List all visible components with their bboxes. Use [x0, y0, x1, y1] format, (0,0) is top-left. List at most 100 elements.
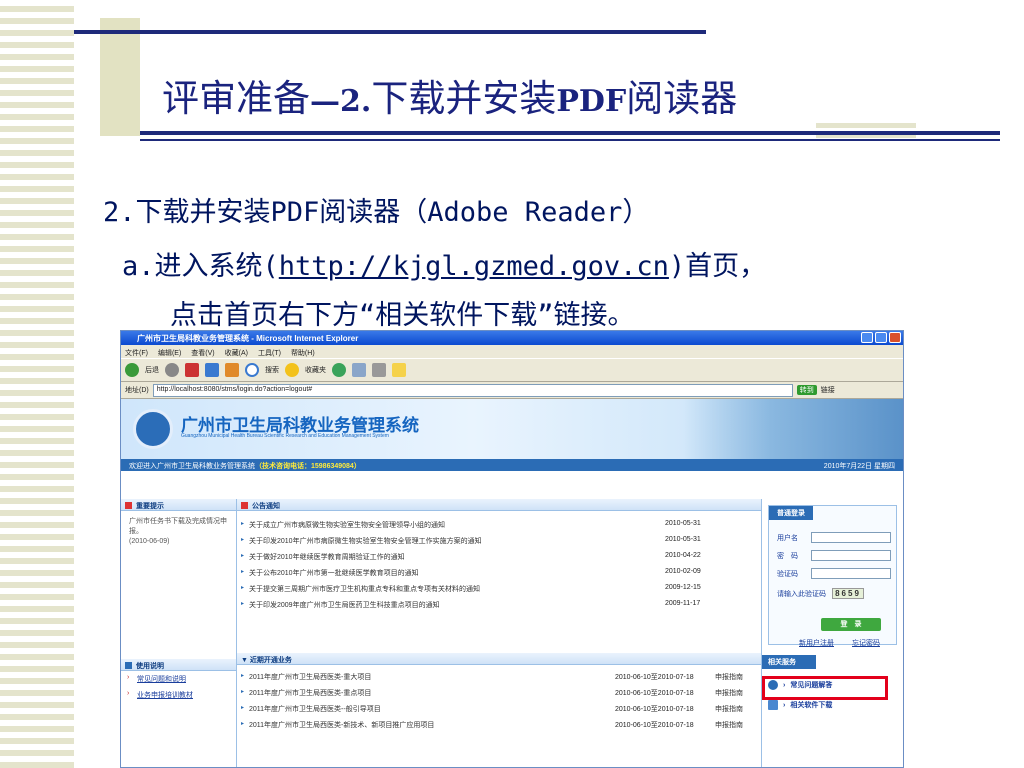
notice-item-title: 关于做好2010年继续医学教育周期验证工作的通知 — [249, 554, 405, 561]
title-pdf: PDF — [556, 84, 627, 119]
folder-icon[interactable] — [392, 363, 406, 377]
recent-item-dates: 2010-06-10至2010-07-18 — [615, 674, 694, 681]
notice-item-date: 2009-12-15 — [665, 584, 701, 591]
step-a-prefix: a.进入系统( — [122, 251, 279, 282]
recent-item-dates: 2010-06-10至2010-07-18 — [615, 706, 694, 713]
title-number: 2. — [340, 84, 372, 119]
address-input[interactable]: http://localhost:8080/stms/login.do?acti… — [152, 383, 793, 397]
register-link[interactable]: 新用户注册 — [799, 638, 834, 648]
recent-header: ▼ 近期开通业务 — [237, 653, 761, 665]
username-row: 用户名 — [777, 532, 891, 543]
notice-title: 公告通知 — [252, 503, 280, 510]
recent-item-dates: 2010-06-10至2010-07-18 — [615, 690, 694, 697]
password-input[interactable] — [811, 550, 891, 561]
menu-file[interactable]: 文件(F) — [125, 348, 148, 357]
back-icon[interactable] — [125, 363, 139, 377]
notice-header: 公告通知 — [237, 499, 761, 511]
right-column: 普通登录 用户名 密 码 验证码 请输入此验证码 8659 登 录 新用户注册 忘记… — [761, 499, 903, 767]
guide-link-training[interactable]: 业务申报培训教材 — [121, 687, 236, 703]
window-title: 广州市卫生局科教业务管理系统 - Microsoft Internet Expl… — [137, 334, 359, 343]
decorative-block — [100, 18, 140, 136]
login-button[interactable]: 登 录 — [821, 618, 881, 631]
captcha-label: 验证码 — [777, 570, 798, 578]
search-button[interactable]: 搜索 — [265, 365, 279, 375]
guide-link-faq[interactable]: 常见问题和说明 — [121, 671, 236, 687]
username-input[interactable] — [811, 532, 891, 543]
login-title: 普通登录 — [769, 506, 813, 520]
notice-item-date: 2010-02-09 — [665, 568, 701, 575]
home-icon[interactable] — [225, 363, 239, 377]
favorites-button[interactable]: 收藏夹 — [305, 365, 326, 375]
go-button[interactable]: 转到 — [796, 385, 817, 395]
links-button[interactable]: 链接 — [821, 385, 835, 395]
refresh-icon[interactable] — [205, 363, 219, 377]
close-icon[interactable] — [889, 332, 901, 343]
notice-item[interactable]: 关于提交第三周期广州市医疗卫生机构重点专科和重点专项有关材料的通知 2009-12… — [237, 581, 761, 597]
notice-item[interactable]: 关于印发2010年广州市病原微生物实验室生物安全管理工作实施方案的通知 2010-… — [237, 533, 761, 549]
recent-item[interactable]: 2011年度广州市卫生局西医类-重点项目 2010-06-10至2010-07-1… — [237, 685, 761, 701]
notice-item[interactable]: 关于做好2010年继续医学教育周期验证工作的通知 2010-04-22 — [237, 549, 761, 565]
site-banner: 广州市卫生局科教业务管理系统 Guangzhou Municipal Healt… — [121, 399, 903, 459]
notice-item[interactable]: 关于成立广州市病原微生物实验室生物安全管理领导小组的通知 2010-05-31 — [237, 517, 761, 533]
notice-item-title: 关于印发2009年度广州市卫生局医药卫生科技重点项目的通知 — [249, 602, 440, 609]
forward-icon[interactable] — [165, 363, 179, 377]
recent-item-guide-link[interactable]: 申报指南 — [715, 672, 755, 682]
important-title: 重要提示 — [136, 503, 164, 510]
recent-section: ▼ 近期开通业务 2011年度广州市卫生局西医类-重大项目 2010-06-10至… — [237, 653, 761, 733]
notice-item-date: 2010-05-31 — [665, 536, 701, 543]
title-rest: 下载并安装 — [371, 77, 557, 120]
health-bureau-logo-icon — [133, 409, 173, 449]
welcome-bar: 欢迎进入广州市卫生局科教业务管理系统（技术咨询电话：15986349084） 2… — [121, 459, 903, 471]
system-url-link[interactable]: http://kjgl.gzmed.gov.cn — [279, 251, 669, 282]
menu-edit[interactable]: 编辑(E) — [158, 348, 181, 357]
forgot-password-link[interactable]: 忘记密码 — [852, 638, 880, 648]
guide-header: 使用说明 — [121, 659, 236, 671]
menu-favorites[interactable]: 收藏(A) — [225, 348, 248, 357]
notice-item[interactable]: 关于印发2009年度广州市卫生局医药卫生科技重点项目的通知 2009-11-17 — [237, 597, 761, 613]
step-heading: 2.下载并安装PDF阅读器（Adobe Reader） — [103, 197, 650, 228]
menu-tools[interactable]: 工具(T) — [258, 348, 281, 357]
login-links: 新用户注册 忘记密码 — [799, 638, 880, 648]
recent-item[interactable]: 2011年度广州市卫生局西医类--般引导项目 2010-06-10至2010-07… — [237, 701, 761, 717]
browser-toolbar: 后退 搜索 收藏夹 — [121, 358, 903, 382]
minimize-icon[interactable] — [861, 332, 873, 343]
decorative-stripes — [0, 0, 74, 768]
recent-item[interactable]: 2011年度广州市卫生局西医类-重大项目 2010-06-10至2010-07-1… — [237, 669, 761, 685]
slide-title: 评审准备—2.下载并安装PDF阅读器 — [162, 68, 737, 122]
notice-item[interactable]: 关于公布2010年广州市第一批继续医学教育项目的通知 2010-02-09 — [237, 565, 761, 581]
step-a: a.进入系统(http://kjgl.gzmed.gov.cn)首页， — [122, 244, 766, 283]
important-note: 广州市任务书下载及完成情况申报。 (2010-06-09) — [121, 511, 236, 553]
print-icon[interactable] — [372, 363, 386, 377]
important-text[interactable]: 广州市任务书下载及完成情况申报。 — [129, 517, 228, 537]
highlight-box — [762, 676, 888, 700]
menu-help[interactable]: 帮助(H) — [291, 348, 315, 357]
recent-item-guide-link[interactable]: 申报指南 — [715, 688, 755, 698]
banner-photo — [683, 399, 903, 459]
history-icon[interactable] — [332, 363, 346, 377]
content-area: 重要提示 广州市任务书下载及完成情况申报。 (2010-06-09) 使用说明 … — [121, 499, 903, 767]
captcha-input[interactable] — [811, 568, 891, 579]
notice-item-date: 2010-05-31 — [665, 520, 701, 527]
recent-item-guide-link[interactable]: 申报指南 — [715, 704, 755, 714]
stop-icon[interactable] — [185, 363, 199, 377]
username-label: 用户名 — [777, 534, 798, 542]
notice-icon — [241, 502, 248, 509]
notice-item-date: 2010-04-22 — [665, 552, 701, 559]
important-header: 重要提示 — [121, 499, 236, 511]
recent-item-title: 2011年度广州市卫生局西医类-重点项目 — [249, 690, 372, 697]
recent-item-guide-link[interactable]: 申报指南 — [715, 720, 755, 730]
menu-view[interactable]: 查看(V) — [191, 348, 214, 357]
search-icon[interactable] — [245, 363, 259, 377]
favorites-icon[interactable] — [285, 363, 299, 377]
recent-item-title: 2011年度广州市卫生局西医类-重大项目 — [249, 674, 372, 681]
chevron-right-icon: › — [783, 701, 786, 709]
maximize-icon[interactable] — [875, 332, 887, 343]
triangle-down-icon: ▼ — [241, 657, 250, 664]
recent-item[interactable]: 2011年度广州市卫生局西医类-新技术、新项目推广应用项目 2010-06-10至… — [237, 717, 761, 733]
back-button[interactable]: 后退 — [145, 365, 159, 375]
title-main: 评审准备 — [162, 77, 310, 120]
recent-item-title: 2011年度广州市卫生局西医类-新技术、新项目推广应用项目 — [249, 722, 435, 729]
password-label: 密 码 — [777, 552, 798, 560]
mail-icon[interactable] — [352, 363, 366, 377]
captcha-hint: 请输入此验证码 — [777, 590, 826, 598]
